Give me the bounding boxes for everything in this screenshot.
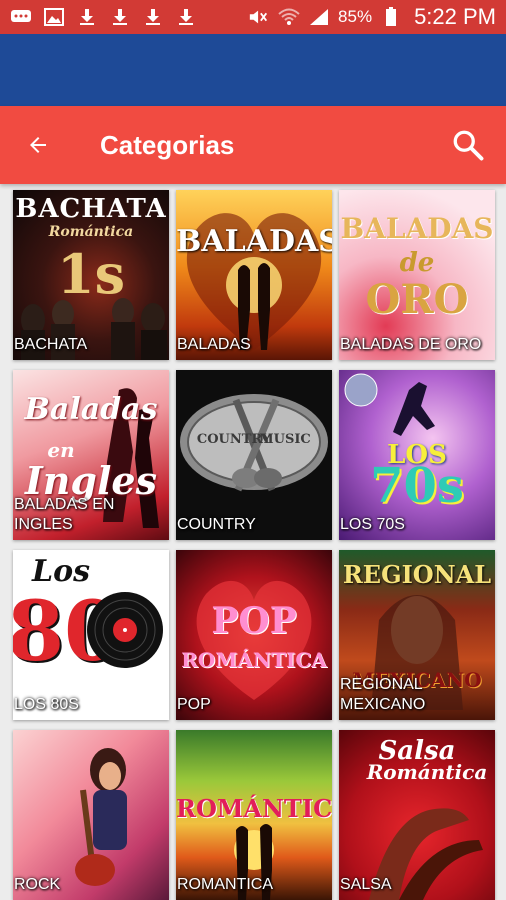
back-button[interactable]	[0, 106, 76, 184]
art-subtitle: Romántica	[48, 224, 134, 240]
search-icon	[453, 130, 484, 161]
category-tile-romantica[interactable]: ROMÁNTICA ROMANTICA	[176, 730, 332, 900]
clock: 5:22 PM	[414, 4, 496, 29]
art-subtitle: de	[399, 248, 435, 278]
chat-icon	[10, 8, 32, 26]
battery-percent: 85%	[338, 7, 373, 26]
category-label: COUNTRY	[177, 516, 256, 533]
category-label: REGIONAL MEXICANO	[340, 676, 426, 713]
category-tile-baladas-de-oro[interactable]: BALADAS de ORO BALADAS DE ORO	[339, 190, 495, 360]
category-tile-regional-mexicano[interactable]: REGIONAL MEXICANO REGIONAL MEXICANO	[339, 550, 495, 720]
category-tile-pop[interactable]: POP ROMÁNTICA POP	[176, 550, 332, 720]
category-label: BALADAS	[177, 336, 251, 353]
notification-icons	[10, 8, 197, 26]
category-label: BALADAS DE ORO	[340, 336, 482, 353]
image-icon	[43, 8, 65, 26]
category-label: LOS 80S	[14, 696, 79, 713]
battery-icon	[380, 7, 402, 26]
vinyl-record	[87, 592, 163, 668]
signal-icon	[308, 8, 330, 26]
art-title: POP	[211, 600, 297, 642]
category-label: SALSA	[340, 876, 392, 893]
download-icon	[175, 8, 197, 26]
category-tile-baladas-en-ingles[interactable]: Baladas en Ingles BALADAS EN INGLES	[13, 370, 169, 540]
category-label: ROMANTICA	[177, 876, 273, 893]
category-label: ROCK	[14, 876, 61, 893]
category-label: BACHATA	[14, 336, 88, 353]
mute-icon	[248, 8, 270, 26]
category-label: POP	[177, 696, 211, 713]
search-button[interactable]	[430, 106, 506, 184]
app-bar: Categorias	[0, 106, 506, 184]
art-title: REGIONAL	[342, 560, 492, 589]
category-tile-bachata[interactable]: BACHATA Romántica 1s BACHATA	[13, 190, 169, 360]
art-subtitle: Romántica	[366, 760, 488, 784]
art-word-music: MUSIC	[259, 432, 311, 447]
system-icons: 85% 5:22 PM	[248, 4, 496, 30]
category-tile-salsa[interactable]: Salsa Romántica SALSA	[339, 730, 495, 900]
download-icon	[142, 8, 164, 26]
download-icon	[76, 8, 98, 26]
art-title: ROMÁNTICA	[176, 794, 332, 823]
category-tile-country[interactable]: COUNTRY MUSIC COUNTRY	[176, 370, 332, 540]
wifi-icon	[278, 8, 300, 26]
art-subtitle: ROMÁNTICA	[181, 648, 327, 672]
art-word: ORO	[365, 276, 469, 323]
banner-area	[0, 34, 506, 106]
art-title: BALADAS	[340, 212, 494, 245]
art-number: 70s	[370, 458, 464, 514]
category-tile-los-80s[interactable]: Los 80 LOS 80S	[13, 550, 169, 720]
download-icon	[109, 8, 131, 26]
art-title: Baladas	[24, 392, 158, 427]
category-grid: BACHATA Romántica 1s BACHATA BALADAS BAL…	[0, 184, 506, 900]
art-title: BACHATA	[15, 194, 167, 224]
category-tile-los-70s[interactable]: LOS 70s LOS 70S	[339, 370, 495, 540]
category-tile-baladas[interactable]: BALADAS BALADAS	[176, 190, 332, 360]
art-title: BALADAS	[176, 224, 332, 259]
category-label: BALADAS EN INGLES	[14, 496, 115, 533]
category-tile-rock[interactable]: ROCK	[13, 730, 169, 900]
status-bar: 85% 5:22 PM	[0, 0, 506, 34]
page-title: Categorias	[100, 129, 235, 160]
category-label: LOS 70S	[340, 516, 405, 533]
back-arrow-icon	[30, 137, 46, 153]
